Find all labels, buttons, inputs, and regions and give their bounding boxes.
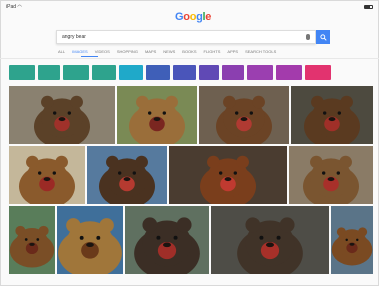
search-tabs: ALL IMAGES VIDEOS SHOPPING MAPS NEWS BOO… bbox=[58, 47, 330, 57]
search-icon bbox=[319, 33, 327, 41]
tab-flights[interactable]: FLIGHTS bbox=[204, 49, 221, 54]
related-search-chip[interactable] bbox=[9, 65, 35, 80]
image-results-grid bbox=[9, 86, 373, 286]
bear-image-11[interactable] bbox=[125, 206, 209, 274]
related-search-chip[interactable] bbox=[173, 65, 196, 80]
related-search-chip[interactable] bbox=[247, 65, 273, 80]
related-search-chip[interactable] bbox=[199, 65, 219, 80]
tab-maps[interactable]: MAPS bbox=[145, 49, 156, 54]
tab-news[interactable]: NEWS bbox=[163, 49, 175, 54]
related-search-chip[interactable] bbox=[305, 65, 331, 80]
status-bar: iPad ◠ bbox=[3, 2, 376, 11]
tab-images[interactable]: IMAGES bbox=[72, 49, 88, 54]
tab-all[interactable]: ALL bbox=[58, 49, 65, 54]
status-right bbox=[364, 4, 373, 9]
active-tab-indicator bbox=[81, 56, 98, 57]
bear-image-1[interactable] bbox=[9, 86, 115, 144]
wifi-icon: iPad ◠ bbox=[6, 3, 22, 10]
related-search-chip[interactable] bbox=[222, 65, 244, 80]
tab-shopping[interactable]: SHOPPING bbox=[117, 49, 138, 54]
related-search-chips bbox=[9, 65, 371, 80]
bear-image-3[interactable] bbox=[199, 86, 289, 144]
search-input[interactable]: angry bear bbox=[56, 30, 316, 44]
search-bar: angry bear bbox=[56, 30, 330, 44]
google-logo[interactable]: Google bbox=[175, 11, 211, 23]
bear-image-10[interactable] bbox=[57, 206, 123, 274]
related-search-chip[interactable] bbox=[119, 65, 143, 80]
tab-videos[interactable]: VIDEOS bbox=[95, 49, 110, 54]
microphone-icon[interactable] bbox=[306, 34, 310, 40]
tab-divider bbox=[0, 58, 379, 59]
tab-books[interactable]: BOOKS bbox=[182, 49, 196, 54]
related-search-chip[interactable] bbox=[38, 65, 60, 80]
battery-icon bbox=[364, 4, 373, 9]
search-query: angry bear bbox=[62, 34, 86, 40]
bear-image-13[interactable] bbox=[331, 206, 373, 274]
related-search-chip[interactable] bbox=[276, 65, 302, 80]
bear-image-9[interactable] bbox=[9, 206, 55, 274]
bear-image-12[interactable] bbox=[211, 206, 329, 274]
search-button[interactable] bbox=[316, 30, 330, 44]
related-search-chip[interactable] bbox=[92, 65, 116, 80]
bear-image-6[interactable] bbox=[87, 146, 167, 204]
bear-image-2[interactable] bbox=[117, 86, 197, 144]
tab-search-tools[interactable]: SEARCH TOOLS bbox=[245, 49, 276, 54]
related-search-chip[interactable] bbox=[146, 65, 170, 80]
bear-image-4[interactable] bbox=[291, 86, 373, 144]
related-search-chip[interactable] bbox=[63, 65, 89, 80]
bear-image-8[interactable] bbox=[289, 146, 373, 204]
tab-apps[interactable]: APPS bbox=[227, 49, 238, 54]
bear-image-5[interactable] bbox=[9, 146, 85, 204]
bear-image-7[interactable] bbox=[169, 146, 287, 204]
